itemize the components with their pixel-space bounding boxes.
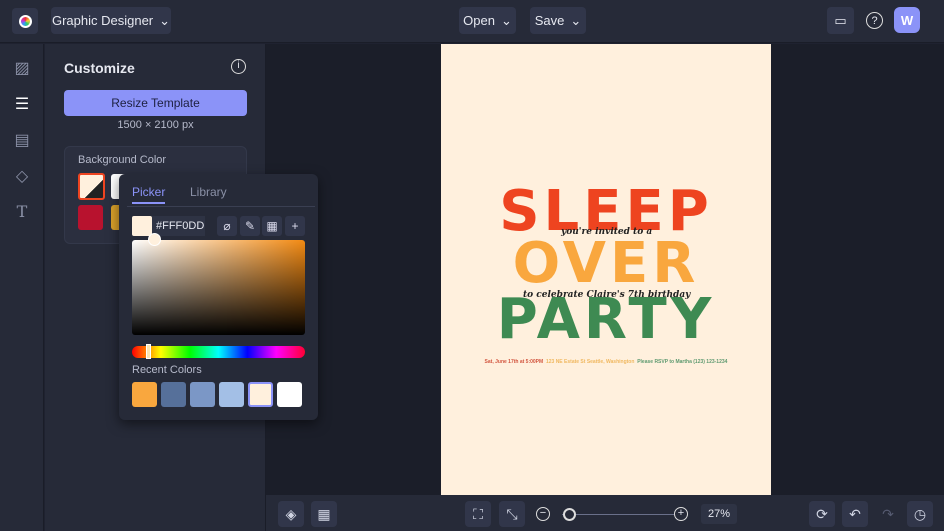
top-bar: Graphic Designer ⌄ Open ⌄ Save ⌄ ▭ ? W [0, 0, 944, 43]
comments-button[interactable]: ▭ [827, 7, 854, 34]
poster-details: Sat, June 17th at 5:00PM 123 NE Estate S… [441, 359, 771, 365]
save-button[interactable]: Save ⌄ [530, 7, 586, 34]
undo-button[interactable]: ↶ [842, 501, 868, 527]
poster-address: 123 NE Estate St Seattle, Washington [545, 359, 635, 365]
poster-page[interactable]: SLEEP you're invited to a OVER to celebr… [441, 44, 771, 495]
selected-color-preview [132, 216, 152, 236]
recent-color-swatch[interactable] [277, 382, 302, 407]
current-color-swatch[interactable] [78, 173, 105, 200]
info-icon[interactable]: i [231, 59, 246, 74]
eyedropper-icon[interactable]: ✎ [240, 216, 260, 236]
template-dimensions: 1500 × 2100 px [117, 119, 194, 131]
avatar[interactable]: W [894, 7, 920, 33]
save-label: Save [534, 13, 565, 28]
color-swatch[interactable] [78, 205, 103, 230]
color-picker-popover: Picker Library #FFF0DD ⌀ ✎ ▦ + Recent Co… [119, 174, 318, 420]
saturation-handle[interactable] [148, 233, 161, 246]
chevron-down-icon: ⌄ [570, 12, 582, 28]
app-menu-button[interactable]: Graphic Designer ⌄ [51, 7, 171, 34]
no-color-icon[interactable]: ⌀ [217, 216, 237, 236]
zoom-slider-handle[interactable] [563, 508, 576, 521]
zoom-out-icon[interactable]: − [536, 507, 550, 521]
add-color-icon[interactable]: + [285, 216, 305, 236]
tab-picker[interactable]: Picker [132, 185, 166, 204]
help-icon: ? [866, 12, 883, 29]
shrink-button[interactable]: ⤡ [499, 501, 525, 527]
poster-rsvp: Please RSVP to Martha (123) 123-1234 [637, 359, 728, 365]
recent-color-swatch[interactable] [161, 382, 186, 407]
image-icon[interactable]: ▨ [12, 58, 32, 78]
tab-library[interactable]: Library [190, 185, 227, 199]
text-icon[interactable]: T [12, 202, 32, 222]
help-button[interactable]: ? [861, 7, 888, 34]
recent-color-swatch[interactable] [219, 382, 244, 407]
tool-rail: ▨ ☰ ▤ ◇ T [0, 44, 44, 531]
recent-color-swatch[interactable] [190, 382, 215, 407]
panel-title: Customize [64, 60, 135, 76]
chevron-down-icon: ⌄ [500, 12, 512, 28]
redo-button[interactable]: ↷ [875, 501, 901, 527]
sliders-icon[interactable]: ☰ [12, 94, 32, 114]
zoom-in-icon[interactable]: + [674, 507, 688, 521]
poster-date: Sat, June 17th at 5:00PM [484, 359, 544, 365]
recent-color-swatch[interactable] [248, 382, 273, 407]
poster-party: PARTY [496, 287, 716, 352]
shapes-icon[interactable]: ◇ [12, 166, 32, 186]
saturation-area[interactable] [132, 240, 305, 335]
grid-icon[interactable]: ▦ [262, 216, 282, 236]
app-title: Graphic Designer [51, 13, 154, 28]
hue-handle[interactable] [146, 344, 151, 359]
background-color-label: Background Color [78, 154, 167, 166]
tabs-divider [127, 206, 315, 207]
recent-colors-label: Recent Colors [132, 364, 202, 376]
recent-colors [132, 382, 302, 407]
grid-view-button[interactable]: ▦ [311, 501, 337, 527]
layout-icon[interactable]: ▤ [12, 130, 32, 150]
hex-input[interactable]: #FFF0DD [152, 216, 205, 236]
zoom-level[interactable]: 27% [701, 504, 737, 524]
hue-slider[interactable] [132, 346, 305, 358]
chevron-down-icon: ⌄ [159, 12, 171, 28]
open-button[interactable]: Open ⌄ [459, 7, 516, 34]
fit-screen-button[interactable]: ⛶ [465, 501, 491, 527]
history-button[interactable]: ◷ [907, 501, 933, 527]
replace-button[interactable]: ⟳ [809, 501, 835, 527]
layers-button[interactable]: ◈ [278, 501, 304, 527]
resize-template-button[interactable]: Resize Template [64, 90, 247, 116]
logo[interactable] [12, 8, 38, 34]
open-label: Open [463, 13, 495, 28]
poster-over: OVER [512, 231, 700, 296]
recent-color-swatch[interactable] [132, 382, 157, 407]
bottom-toolbar: ◈ ▦ ⛶ ⤡ − + 27% ⟳ ↶ ↷ ◷ [266, 495, 944, 531]
zoom-slider[interactable] [562, 514, 674, 515]
